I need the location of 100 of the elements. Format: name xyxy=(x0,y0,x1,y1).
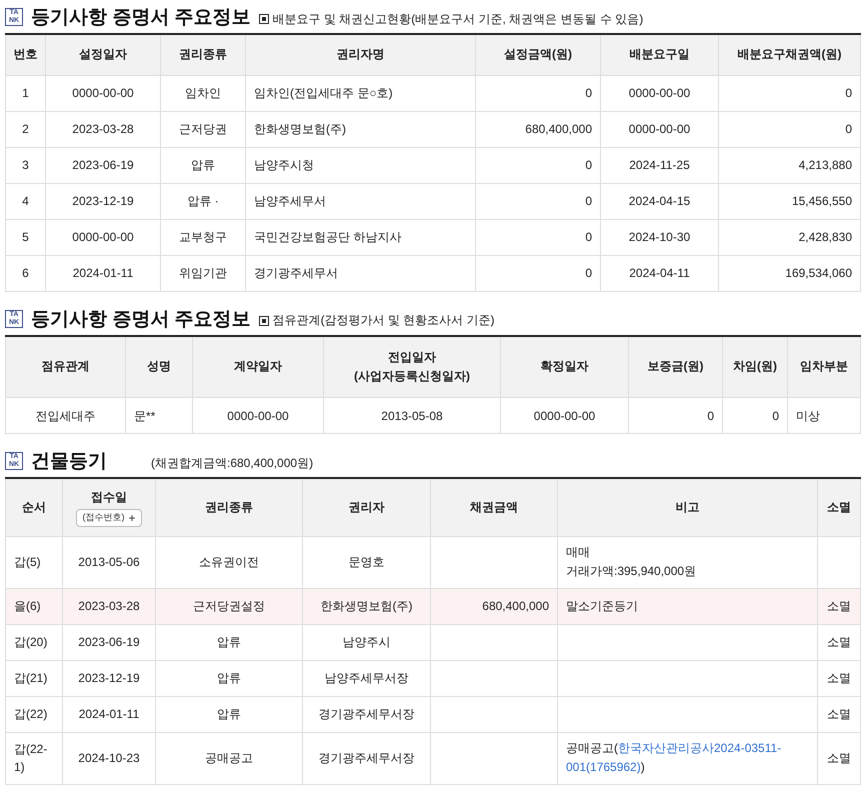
notice-link[interactable]: 한국자산관리공사2024-03511- xyxy=(618,741,782,755)
column-header: 권리종류 xyxy=(156,478,302,536)
section-subtitle: 점유관계(감정평가서 및 현황조사서 기준) xyxy=(272,312,495,329)
column-header: 설정금액(원) xyxy=(476,34,600,75)
table-cell: 680,400,000 xyxy=(430,588,558,624)
table-cell: 0000-00-00 xyxy=(500,398,628,434)
table-cell: 소멸 xyxy=(818,696,860,732)
table-cell: 임차인(전입세대주 문○호) xyxy=(246,75,476,111)
table-cell: 위임기관 xyxy=(160,255,246,291)
table-cell: 2023-03-28 xyxy=(62,588,156,624)
notice-link[interactable]: 001(1765962) xyxy=(566,760,641,774)
column-header: 권리자 xyxy=(302,478,430,536)
table-cell: 공매공고 xyxy=(156,732,302,784)
table-cell: 2024-01-11 xyxy=(62,696,156,732)
table-cell: 압류 xyxy=(156,624,302,660)
table-cell: 2023-03-28 xyxy=(46,111,160,147)
table-cell: 2023-12-19 xyxy=(62,660,156,696)
table-cell: 169,534,060 xyxy=(718,255,860,291)
table-cell: 1 xyxy=(6,75,46,111)
column-header: 계약일자 xyxy=(192,336,324,398)
column-header: 권리자명 xyxy=(246,34,476,75)
table-cell: 0 xyxy=(476,183,600,219)
column-header: 권리종류 xyxy=(160,34,246,75)
table-cell: 2024-11-25 xyxy=(600,147,718,183)
table-cell: 갑(20) xyxy=(6,624,62,660)
column-header: 점유관계 xyxy=(6,336,126,398)
table-cell: 0 xyxy=(628,398,722,434)
section-title: 건물등기 xyxy=(31,450,107,474)
table-cell: 0000-00-00 xyxy=(192,398,324,434)
sort-button[interactable]: (접수번호) + xyxy=(76,508,142,527)
table-cell: 2024-01-11 xyxy=(46,255,160,291)
table-cell: 남양주세무서 xyxy=(246,183,476,219)
table-cell: 0 xyxy=(718,111,860,147)
table-cell: 경기광주세무서 xyxy=(246,255,476,291)
table-cell: 0 xyxy=(476,75,600,111)
table-cell: 2013-05-08 xyxy=(324,398,500,434)
column-header: 채권금액 xyxy=(430,478,558,536)
table-cell: 한화생명보험(주) xyxy=(246,111,476,147)
section-subtitle: 배분요구 및 채권신고현황(배분요구서 기준, 채권액은 변동될 수 있음) xyxy=(272,10,644,28)
table-cell: 2023-06-19 xyxy=(46,147,160,183)
table-cell: 5 xyxy=(6,219,46,255)
table-cell: 압류 xyxy=(156,696,302,732)
table-cell: 전입세대주 xyxy=(6,398,126,434)
column-header: 배분요구일 xyxy=(600,34,718,75)
table-cell: 남양주시 xyxy=(302,624,430,660)
table-cell: 갑(21) xyxy=(6,660,62,696)
table-cell: 국민건강보험공단 하남지사 xyxy=(246,219,476,255)
table-cell: 압류 xyxy=(156,660,302,696)
table-cell: 2024-04-15 xyxy=(600,183,718,219)
table-cell: 0000-00-00 xyxy=(600,111,718,147)
table-cell: 2013-05-06 xyxy=(62,536,156,588)
table-cell: 임차인 xyxy=(160,75,246,111)
table-cell: 0000-00-00 xyxy=(46,75,160,111)
remark-text: 거래가액:395,940,000원 xyxy=(566,564,696,578)
table-cell: 남양주시청 xyxy=(246,147,476,183)
table-cell: 2023-12-19 xyxy=(46,183,160,219)
table-cell: 소멸 xyxy=(818,588,860,624)
table-cell: 2 xyxy=(6,111,46,147)
column-header: 차임(원) xyxy=(722,336,788,398)
table-cell: 0 xyxy=(722,398,788,434)
column-header: 비고 xyxy=(558,478,818,536)
table-cell: 4 xyxy=(6,183,46,219)
table-cell: 경기광주세무서장 xyxy=(302,732,430,784)
remark-text: 말소기준등기 xyxy=(566,598,638,612)
table-cell: 3 xyxy=(6,147,46,183)
table-cell: 0 xyxy=(718,75,860,111)
table-cell: 소멸 xyxy=(818,624,860,660)
table-cell: 2024-10-30 xyxy=(600,219,718,255)
table-cell: 0000-00-00 xyxy=(46,219,160,255)
table-cell: 0 xyxy=(476,147,600,183)
table-cell: 경기광주세무서장 xyxy=(302,696,430,732)
column-header: 전입일자 (사업자등록신청일자) xyxy=(324,336,500,398)
table-cell: 압류 · xyxy=(160,183,246,219)
table-cell: 2023-06-19 xyxy=(62,624,156,660)
remark-text: 공매공고( xyxy=(566,741,618,755)
table-cell: 소유권이전 xyxy=(156,536,302,588)
table-cell: 6 xyxy=(6,255,46,291)
table-cell: 소멸 xyxy=(818,732,860,784)
table-cell: 0 xyxy=(476,219,600,255)
table-cell: 2024-10-23 xyxy=(62,732,156,784)
table-cell: 문** xyxy=(126,398,192,434)
table-cell: 갑(5) xyxy=(6,536,62,588)
table-cell: 한화생명보험(주) xyxy=(302,588,430,624)
table-cell: 미상 xyxy=(788,398,860,434)
section-subtitle: (채권합계금액:680,400,000원) xyxy=(151,454,314,472)
table-cell: 0000-00-00 xyxy=(600,75,718,111)
table-cell: 2,428,830 xyxy=(718,219,860,255)
remark-text: 매매 xyxy=(566,545,590,559)
column-header-text: 접수일 xyxy=(91,490,127,504)
column-header: 보증금(원) xyxy=(628,336,722,398)
column-header: 배분요구채권액(원) xyxy=(718,34,860,75)
column-header: 확정일자 xyxy=(500,336,628,398)
section-title: 등기사항 증명서 주요정보 xyxy=(31,308,251,332)
column-header: 소멸 xyxy=(818,478,860,536)
table-cell: 4,213,880 xyxy=(718,147,860,183)
plus-icon: + xyxy=(128,510,136,525)
column-header: 설정일자 xyxy=(46,34,160,75)
column-header: 성명 xyxy=(126,336,192,398)
column-header: 임차부분 xyxy=(788,336,860,398)
table-cell: 15,456,550 xyxy=(718,183,860,219)
